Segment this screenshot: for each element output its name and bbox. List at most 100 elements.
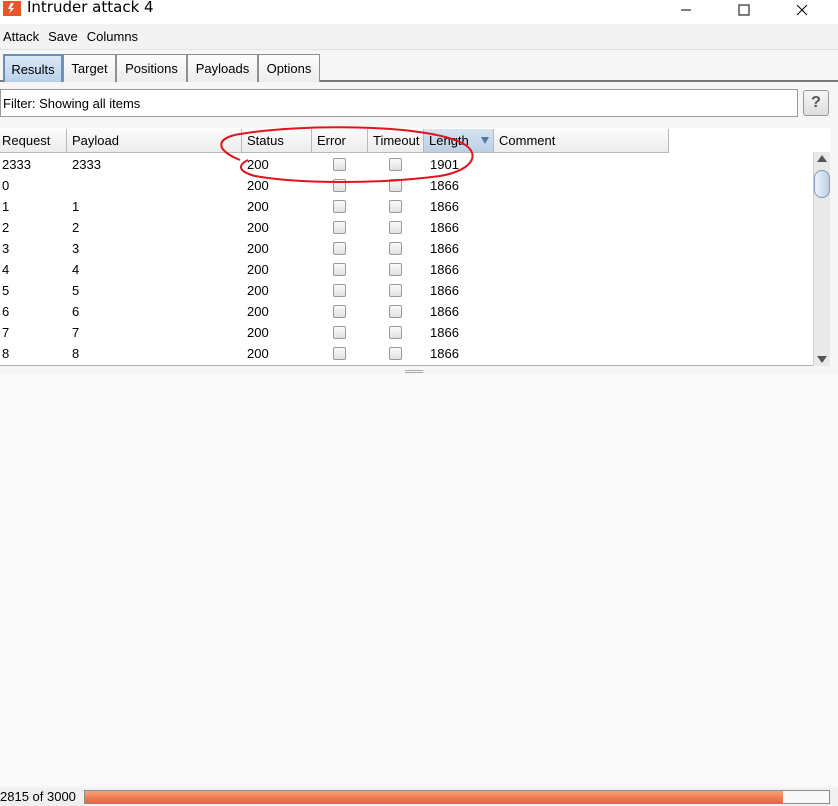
cell-status: 200 [247,346,269,361]
cell-request: 7 [2,325,10,340]
table-header: Request Payload Status Error Timeout Len… [0,129,830,153]
cell-length: 1866 [430,178,459,193]
progress-fill [85,791,784,803]
checkbox-error [333,242,346,255]
tab-target[interactable]: Target [63,54,116,82]
table-row[interactable]: 5 5 200 1866 [0,280,812,301]
cell-payload: 2 [72,220,80,235]
close-button[interactable] [782,0,822,20]
checkbox-error [333,200,346,213]
checkbox-timeout [389,179,402,192]
column-header-comment[interactable]: Comment [494,129,669,153]
column-header-error[interactable]: Error [312,129,368,153]
menu-columns[interactable]: Columns [84,29,141,44]
cell-payload: 2333 [72,157,101,172]
cell-request: 2333 [2,157,31,172]
results-table: Request Payload Status Error Timeout Len… [0,128,830,366]
cell-status: 200 [247,241,269,256]
tab-positions[interactable]: Positions [116,54,187,82]
filter-text: Filter: Showing all items [3,95,141,111]
checkbox-timeout [389,305,402,318]
cell-request: 2 [2,220,10,235]
column-header-timeout[interactable]: Timeout [368,129,424,153]
help-button[interactable]: ? [803,90,829,116]
cell-status: 200 [247,178,269,193]
tab-results[interactable]: Results [3,54,63,82]
minimize-icon [681,9,691,11]
cell-request: 1 [2,199,10,214]
cell-request: 4 [2,262,10,277]
table-row[interactable]: 1 1 200 1866 [0,196,812,217]
column-header-status[interactable]: Status [242,129,312,153]
progress-count: 2815 of 3000 [0,789,76,804]
cell-payload: 8 [72,346,80,361]
sort-descending-icon [481,137,489,144]
scrollbar-thumb[interactable] [814,170,830,198]
cell-payload: 3 [72,241,80,256]
title-bar: Intruder attack 4 [0,0,838,24]
cell-length: 1866 [430,304,459,319]
checkbox-error [333,221,346,234]
column-header-length[interactable]: Length [424,129,494,153]
cell-payload: 6 [72,304,80,319]
filter-bar[interactable]: Filter: Showing all items [0,89,798,117]
table-row[interactable]: 8 8 200 1866 [0,343,812,364]
maximize-button[interactable] [724,0,764,20]
column-header-payload[interactable]: Payload [67,129,242,153]
checkbox-timeout [389,242,402,255]
checkbox-timeout [389,263,402,276]
cell-length: 1866 [430,346,459,361]
cell-request: 0 [2,178,10,193]
status-bar: 2815 of 3000 [0,788,838,806]
window-title: Intruder attack 4 [27,0,154,16]
cell-status: 200 [247,325,269,340]
table-row[interactable]: 2 2 200 1866 [0,217,812,238]
checkbox-error [333,326,346,339]
table-body: 2333 2333 200 1901 0 200 1866 1 1 200 1866 2 2 200 186… [0,154,812,364]
checkbox-error [333,347,346,360]
maximize-icon [738,4,750,16]
close-icon [796,4,808,16]
table-row[interactable]: 4 4 200 1866 [0,259,812,280]
cell-length: 1866 [430,283,459,298]
checkbox-timeout [389,200,402,213]
vertical-scrollbar[interactable] [813,152,830,366]
menu-attack[interactable]: Attack [0,29,42,44]
checkbox-error [333,263,346,276]
checkbox-error [333,284,346,297]
checkbox-timeout [389,221,402,234]
table-row[interactable]: 2333 2333 200 1901 [0,154,812,175]
checkbox-timeout [389,284,402,297]
menu-bar: Attack Save Columns [0,24,838,50]
table-row[interactable]: 7 7 200 1866 [0,322,812,343]
tab-options[interactable]: Options [258,54,320,82]
cell-request: 3 [2,241,10,256]
menu-save[interactable]: Save [45,29,81,44]
cell-length: 1866 [430,220,459,235]
checkbox-timeout [389,326,402,339]
table-row[interactable]: 6 6 200 1866 [0,301,812,322]
cell-status: 200 [247,283,269,298]
minimize-button[interactable] [666,0,706,20]
cell-request: 6 [2,304,10,319]
checkbox-timeout [389,347,402,360]
table-row[interactable]: 0 200 1866 [0,175,812,196]
cell-payload: 1 [72,199,80,214]
cell-length: 1866 [430,262,459,277]
scroll-up-arrow-icon[interactable] [817,155,827,162]
table-row[interactable]: 3 3 200 1866 [0,238,812,259]
column-header-request[interactable]: Request [0,129,67,153]
checkbox-error [333,179,346,192]
cell-status: 200 [247,220,269,235]
cell-length: 1866 [430,325,459,340]
checkbox-timeout [389,158,402,171]
tab-payloads[interactable]: Payloads [187,54,258,82]
column-header-length-label: Length [429,133,469,148]
tab-bar: Results Target Positions Payloads Option… [0,52,838,82]
split-pane-handle[interactable] [405,370,423,373]
request-response-panel [0,374,838,786]
scroll-down-arrow-icon[interactable] [817,356,827,363]
cell-request: 8 [2,346,10,361]
cell-length: 1901 [430,157,459,172]
cell-status: 200 [247,199,269,214]
